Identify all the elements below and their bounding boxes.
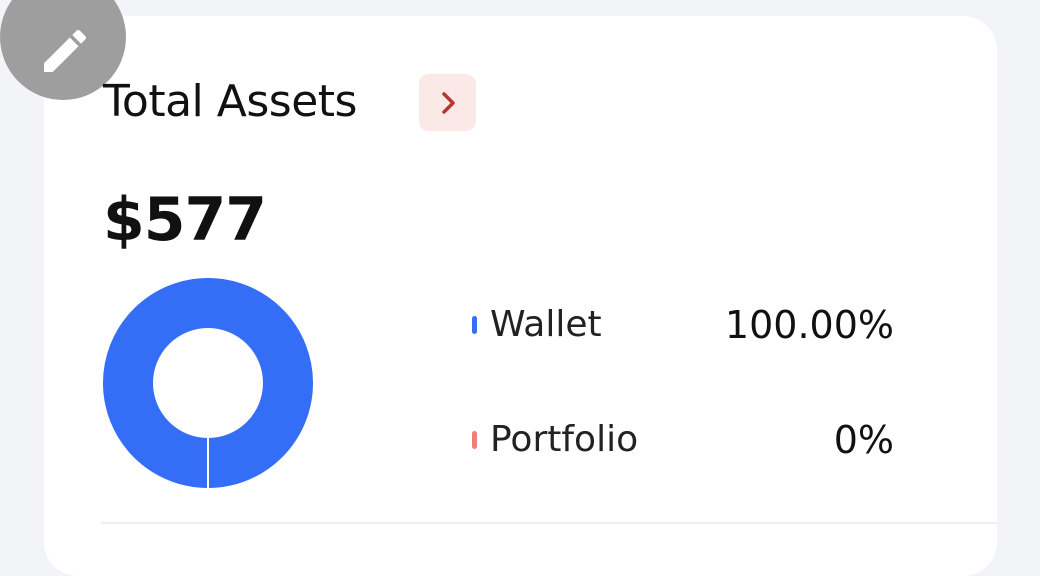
total-assets-details-button[interactable] (419, 74, 476, 131)
legend-label: Wallet (490, 304, 602, 345)
legend-row-wallet: Wallet 100.00% (472, 300, 894, 350)
legend-label: Portfolio (490, 419, 639, 460)
pencil-icon (44, 29, 87, 72)
legend-swatch-portfolio (472, 431, 477, 449)
legend-value: 100.00% (724, 303, 894, 347)
legend-value: 0% (833, 418, 894, 462)
allocation-donut-chart (103, 278, 313, 488)
divider (101, 522, 997, 524)
card-title: Total Assets (103, 76, 357, 127)
total-assets-amount: $577 (103, 185, 267, 255)
chevron-right-icon (441, 91, 455, 114)
legend-swatch-wallet (472, 316, 477, 334)
legend-row-portfolio: Portfolio 0% (472, 415, 894, 465)
